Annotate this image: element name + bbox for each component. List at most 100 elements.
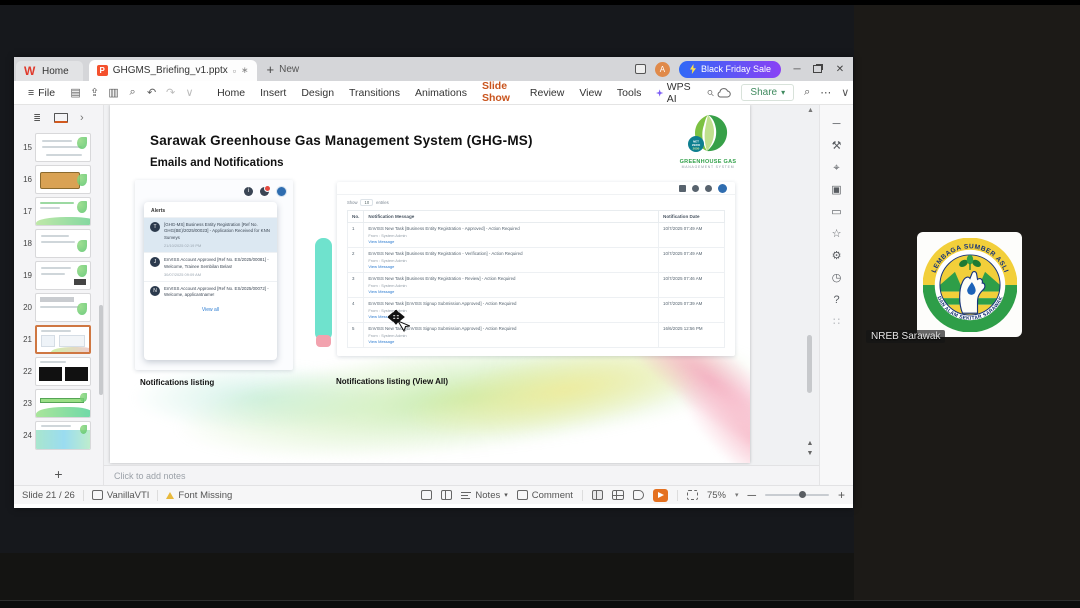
view-message-link: View Message	[368, 289, 395, 294]
slide-number: 20	[23, 303, 32, 312]
tab-tools[interactable]: Tools	[610, 84, 649, 102]
history-icon[interactable]: ◷	[832, 273, 842, 284]
slide-thumbnail-22[interactable]: 22	[16, 357, 99, 386]
zoom-slider-handle[interactable]	[798, 491, 806, 498]
notes-input[interactable]: Click to add notes	[104, 465, 819, 485]
slide-thumbnail-18[interactable]: 18	[16, 229, 99, 258]
tab-slide-show[interactable]: Slide Show	[474, 77, 522, 109]
slide-thumbnail-16[interactable]: 16	[16, 165, 99, 194]
thumbnail-scrollbar[interactable]	[99, 305, 103, 395]
more-options-icon[interactable]: ⋯	[820, 86, 831, 99]
panel-toggle-icon[interactable]: ⌕	[804, 86, 810, 99]
canvas-scrollbar[interactable]: ▲ ▲ ▼	[805, 107, 815, 463]
print-button[interactable]: ▥	[105, 86, 122, 99]
comment-label: Comment	[531, 489, 573, 501]
print-preview-button[interactable]: ⌕	[124, 86, 141, 99]
normal-view-button[interactable]	[591, 490, 603, 500]
share-label: Share	[750, 87, 778, 98]
window-switch-icon[interactable]	[634, 64, 646, 74]
tab-animations[interactable]: Animations	[408, 84, 474, 102]
share-button[interactable]: Share ▾	[741, 84, 795, 101]
col-date: Notification Date	[658, 210, 725, 223]
help-icon[interactable]: ?	[833, 295, 839, 306]
shapes-icon[interactable]: ▣	[831, 185, 841, 196]
zoom-in-button[interactable]: +	[838, 488, 845, 502]
slide-thumbnail-19[interactable]: 19	[16, 261, 99, 290]
alert-time: 30/07/2025 09:09 AM	[164, 271, 201, 277]
tab-wps-ai[interactable]: WPS AI	[649, 78, 700, 108]
previous-slide-button[interactable]: ▲	[805, 440, 815, 447]
theme-indicator[interactable]: VanillaVTI	[91, 490, 149, 501]
slide-number: 24	[23, 431, 32, 440]
slide-sorter-view-button[interactable]	[611, 490, 624, 500]
restore-button[interactable]	[813, 65, 822, 73]
tab-design[interactable]: Design	[294, 84, 341, 102]
bell-icon	[260, 185, 271, 196]
undo-button[interactable]: ↶	[143, 86, 160, 99]
toolbar-more-chevron[interactable]: ∨	[181, 86, 198, 99]
tab-modified-icon[interactable]: ∗	[241, 65, 249, 76]
select-icon[interactable]: ⌖	[833, 163, 839, 174]
font-missing-warning[interactable]: Font Missing	[166, 490, 232, 501]
account-avatar[interactable]: A	[654, 61, 670, 77]
export-button[interactable]: ⇪	[86, 86, 103, 99]
cloud-sync-icon[interactable]	[716, 87, 732, 98]
tab-transitions[interactable]: Transitions	[342, 84, 407, 102]
minimize-button[interactable]: ─	[790, 64, 804, 75]
scroll-up-icon[interactable]: ▲	[807, 107, 814, 114]
slideshow-play-button[interactable]	[652, 488, 668, 502]
slide-canvas[interactable]: Sarawak Greenhouse Gas Management System…	[104, 105, 819, 465]
tab-home[interactable]: W Home	[16, 61, 83, 81]
file-menu-button[interactable]: ≡ File	[22, 87, 61, 99]
tab-home-ribbon[interactable]: Home	[210, 84, 252, 102]
slide-thumbnail-20[interactable]: 20	[16, 293, 99, 322]
apps-grid-icon[interactable]: ∷	[833, 317, 840, 328]
participant-tile[interactable]: LEMBAGA SUMBER ASLI DAN ALAM SEKITAR SAR…	[854, 5, 1080, 600]
search-icon[interactable]	[707, 87, 715, 99]
collapse-ribbon-icon[interactable]: ∨	[841, 86, 849, 99]
save-button[interactable]: ▤	[67, 86, 84, 99]
zoom-level[interactable]: 75%	[707, 490, 726, 501]
single-page-icon[interactable]	[421, 490, 433, 500]
tools-icon[interactable]: ⚒	[832, 141, 842, 152]
slide-number: 18	[23, 239, 32, 248]
plus-icon: +	[54, 466, 63, 482]
close-button[interactable]: ✕	[833, 64, 847, 75]
slide-thumbnail-21-selected[interactable]: 21	[16, 325, 99, 354]
tab-window-icon[interactable]: ▫	[233, 66, 236, 76]
comment-button[interactable]: Comment	[516, 489, 573, 501]
comment-rail-icon[interactable]: ▭	[831, 207, 841, 218]
font-missing-label: Font Missing	[178, 489, 233, 501]
notes-toggle[interactable]: Notes ▾	[461, 490, 508, 501]
settings-icon[interactable]: ⚙	[832, 251, 842, 262]
hamburger-icon: ≡	[28, 86, 35, 99]
add-slide-button[interactable]: +	[14, 463, 103, 485]
tab-view[interactable]: View	[572, 84, 609, 102]
slide-thumbnail-17[interactable]: 17	[16, 197, 99, 226]
view-message-link: View Message	[368, 314, 395, 319]
side-panel-icon[interactable]	[441, 490, 453, 500]
outline-view-icon[interactable]: ≣	[33, 113, 42, 124]
tab-review[interactable]: Review	[523, 84, 571, 102]
tab-insert[interactable]: Insert	[253, 84, 293, 102]
info-icon: i	[244, 187, 253, 196]
next-slide-button[interactable]: ▼	[805, 450, 815, 457]
slide-thumbnail-23[interactable]: 23	[16, 389, 99, 418]
fit-slide-button[interactable]	[686, 490, 698, 500]
row-message: EnVISS New Task [Business Entity Registr…	[368, 251, 523, 256]
slide-thumbnail-15[interactable]: 15	[16, 133, 99, 162]
collapse-rail-icon[interactable]: ─	[833, 119, 841, 130]
zoom-out-button[interactable]: ─	[747, 488, 756, 502]
star-icon[interactable]: ☆	[832, 229, 842, 240]
slide-thumbnail-24[interactable]: 24	[16, 421, 99, 450]
view-message-link: View Message	[368, 264, 395, 269]
redo-button[interactable]: ↷	[162, 86, 179, 99]
zoom-slider[interactable]	[764, 491, 829, 498]
black-friday-sale-button[interactable]: Black Friday Sale	[678, 60, 781, 78]
reading-view-button[interactable]	[632, 490, 644, 500]
slide-view-icon[interactable]	[53, 113, 68, 123]
new-tab-button[interactable]: + New	[267, 62, 300, 77]
zoom-caret-icon[interactable]: ▾	[735, 491, 739, 499]
scrollbar-thumb[interactable]	[807, 335, 812, 393]
collapse-panel-icon[interactable]: ›	[80, 112, 84, 124]
